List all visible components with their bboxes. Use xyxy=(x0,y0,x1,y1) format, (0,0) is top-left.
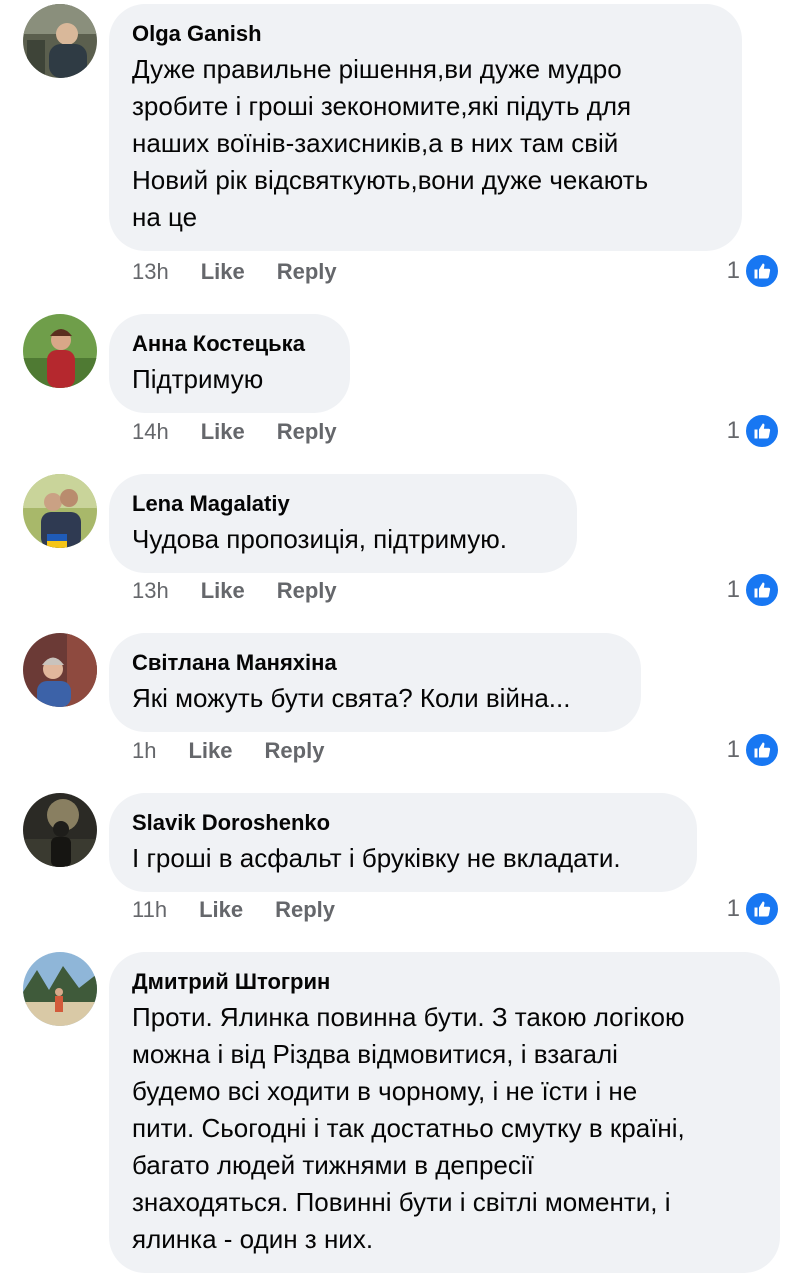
comment-timestamp[interactable]: 13h xyxy=(132,258,169,286)
comment-text: Які можуть бути свята? Коли війна... xyxy=(132,683,571,713)
reaction-summary[interactable]: 1 xyxy=(727,572,780,608)
comment-text: Чудова пропозиція, підтримую. xyxy=(132,524,507,554)
like-button[interactable]: Like xyxy=(201,577,245,605)
comment-author[interactable]: Світлана Маняхіна xyxy=(132,649,617,677)
comment-bubble: Анна Костецька Підтримую xyxy=(109,314,350,413)
comment-author[interactable]: Анна Костецька xyxy=(132,330,326,358)
thumbs-up-icon xyxy=(744,413,780,449)
thumbs-up-icon xyxy=(744,891,780,927)
avatar[interactable] xyxy=(23,952,97,1026)
thumbs-up-icon xyxy=(744,732,780,768)
comment-actions: 13h Like Reply xyxy=(132,258,337,286)
thumbs-up-icon xyxy=(744,572,780,608)
comment-bubble: Дмитрий Штогрин Проти. Ялинка повинна бу… xyxy=(109,952,780,1273)
reply-button[interactable]: Reply xyxy=(277,258,337,286)
thumbs-up-icon xyxy=(744,253,780,289)
like-button[interactable]: Like xyxy=(199,896,243,924)
comment-bubble: Olga Ganish Дуже правильне рішення,ви ду… xyxy=(109,4,742,251)
avatar[interactable] xyxy=(23,474,97,548)
reply-button[interactable]: Reply xyxy=(275,896,335,924)
comment-timestamp[interactable]: 11h xyxy=(132,896,167,924)
avatar[interactable] xyxy=(23,633,97,707)
avatar[interactable] xyxy=(23,314,97,388)
comment-timestamp[interactable]: 13h xyxy=(132,577,169,605)
reaction-count: 1 xyxy=(726,417,740,444)
reaction-summary[interactable]: 1 xyxy=(727,891,780,927)
reaction-count: 1 xyxy=(726,257,740,284)
comment-bubble: Slavik Doroshenko І гроші в асфальт і бр… xyxy=(109,793,697,892)
reply-button[interactable]: Reply xyxy=(277,418,337,446)
reaction-count: 1 xyxy=(726,576,740,603)
like-button[interactable]: Like xyxy=(201,418,245,446)
comment-text: Дуже правильне рішення,ви дуже мудро зро… xyxy=(132,54,649,232)
comment-actions: 13h Like Reply xyxy=(132,577,337,605)
comment-actions: 11h Like Reply xyxy=(132,896,335,924)
avatar[interactable] xyxy=(23,793,97,867)
reaction-summary[interactable]: 1 xyxy=(727,732,780,768)
comment-author[interactable]: Lena Magalatiy xyxy=(132,490,553,518)
reaction-summary[interactable]: 1 xyxy=(727,253,780,289)
comment-text: І гроші в асфальт і бруківку не вкладати… xyxy=(132,843,621,873)
comment-text: Підтримую xyxy=(132,364,264,394)
comment-timestamp[interactable]: 1h xyxy=(132,737,156,765)
comment-actions: 1h Like Reply xyxy=(132,737,324,765)
like-button[interactable]: Like xyxy=(188,737,232,765)
like-button[interactable]: Like xyxy=(201,258,245,286)
comment-bubble: Lena Magalatiy Чудова пропозиція, підтри… xyxy=(109,474,577,573)
comment-author[interactable]: Slavik Doroshenko xyxy=(132,809,673,837)
comment-author[interactable]: Дмитрий Штогрин xyxy=(132,968,756,996)
reply-button[interactable]: Reply xyxy=(265,737,325,765)
comment-actions: 14h Like Reply xyxy=(132,418,337,446)
reaction-count: 1 xyxy=(726,736,740,763)
avatar[interactable] xyxy=(23,4,97,78)
comment-author[interactable]: Olga Ganish xyxy=(132,20,718,48)
comment-timestamp[interactable]: 14h xyxy=(132,418,169,446)
reaction-summary[interactable]: 1 xyxy=(727,413,780,449)
reaction-count: 1 xyxy=(726,895,740,922)
reply-button[interactable]: Reply xyxy=(277,577,337,605)
comment-bubble: Світлана Маняхіна Які можуть бути свята?… xyxy=(109,633,641,732)
comment-text: Проти. Ялинка повинна бути. З такою логі… xyxy=(132,1002,685,1254)
